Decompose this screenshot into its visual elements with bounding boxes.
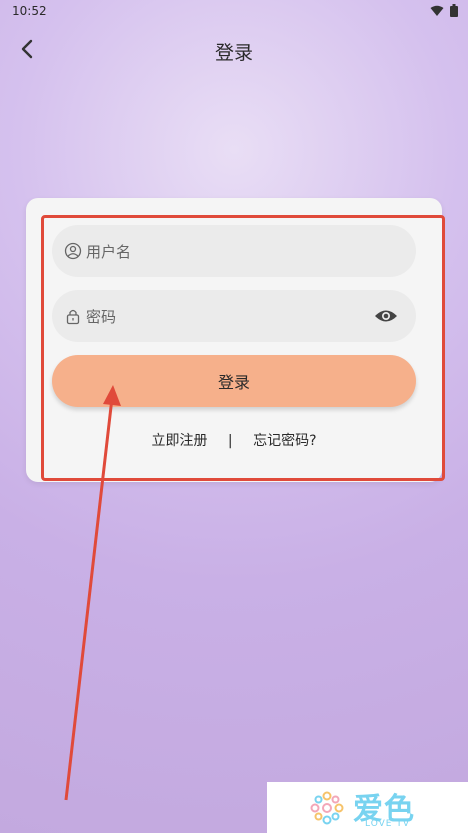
battery-icon <box>450 4 458 17</box>
highlight-box <box>41 215 445 481</box>
top-bar: 登录 <box>0 28 468 72</box>
watermark-logo: 爱色 LOVE TV <box>267 782 468 833</box>
system-icons <box>430 4 458 17</box>
status-time: 10:52 <box>12 4 47 18</box>
flower-icon <box>310 791 344 825</box>
wifi-icon <box>430 5 444 16</box>
status-bar: 10:52 <box>0 0 468 22</box>
page-title: 登录 <box>214 42 253 64</box>
watermark-subtitle: LOVE TV <box>365 819 410 829</box>
